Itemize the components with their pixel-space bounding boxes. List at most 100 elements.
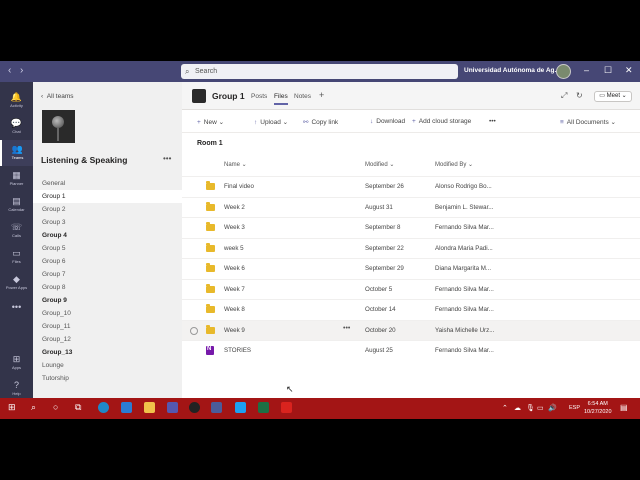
expand-icon[interactable]: ⤢: [561, 91, 567, 101]
channel-item[interactable]: Group 2: [33, 203, 182, 216]
language-indicator[interactable]: ESP: [569, 405, 580, 411]
tab-files[interactable]: Files: [274, 93, 288, 105]
teams-taskbar-icon[interactable]: [167, 402, 178, 413]
meet-button[interactable]: ▭ Meet ⌄: [594, 91, 632, 102]
notifications-icon[interactable]: ▤: [620, 403, 628, 412]
add-tab-icon[interactable]: +: [319, 90, 324, 100]
table-row[interactable]: Week 8 October 14 Fernando Silva Mar...: [182, 299, 640, 319]
clock[interactable]: 6:54 AM 10/27/2020: [584, 400, 612, 416]
rail-item-apps[interactable]: ⊞ Apps: [0, 350, 33, 376]
rail-item-power-apps[interactable]: ◆ Power Apps: [0, 270, 33, 296]
table-row[interactable]: Week 2 August 31 Benjamin L. Stewar...: [182, 196, 640, 217]
network-icon[interactable]: ▭: [537, 404, 544, 412]
channel-item[interactable]: Lounge: [33, 359, 182, 372]
column-name-label: Name: [224, 162, 241, 168]
table-row[interactable]: Week 3 September 8 Fernando Silva Mar...: [182, 217, 640, 237]
column-modified-by[interactable]: Modified By ⌄: [435, 161, 473, 168]
forward-icon[interactable]: ›: [20, 65, 23, 76]
help-icon: ?: [13, 380, 19, 390]
file-explorer-icon[interactable]: [144, 402, 155, 413]
obs-icon[interactable]: [189, 402, 200, 413]
organization-name[interactable]: Universidad Autónoma de Ag...: [464, 67, 560, 74]
rail-item-files[interactable]: ▭ Files: [0, 244, 33, 270]
channel-item[interactable]: Group 8: [33, 281, 182, 294]
add-cloud-storage-button[interactable]: + Add cloud storage: [412, 118, 471, 125]
back-icon[interactable]: ‹: [8, 65, 11, 76]
search-icon[interactable]: ⌕: [31, 402, 36, 413]
table-row[interactable]: Week 7 October 5 Fernando Silva Mar...: [182, 278, 640, 299]
channel-item[interactable]: Group 3: [33, 216, 182, 229]
edge-icon[interactable]: [98, 402, 109, 413]
cloud-icon[interactable]: ☁: [514, 404, 521, 412]
file-name[interactable]: Week 7: [224, 286, 245, 293]
column-modified[interactable]: Modified ⌄: [365, 161, 394, 168]
maximize-icon[interactable]: ☐: [604, 65, 612, 76]
twitter-icon[interactable]: [235, 402, 246, 413]
task-view-icon[interactable]: ⧉: [75, 402, 81, 413]
channel-item[interactable]: Group_10: [33, 307, 182, 320]
cortana-icon[interactable]: ○: [53, 402, 58, 412]
all-teams-label: All teams: [46, 93, 74, 100]
channel-item[interactable]: Group 4: [33, 229, 182, 242]
channel-item[interactable]: Group 6: [33, 255, 182, 268]
channel-item[interactable]: Tutorship: [33, 372, 182, 385]
rail-item-chat[interactable]: 💬 Chat: [0, 114, 33, 140]
row-more-icon[interactable]: •••: [343, 325, 350, 332]
table-row[interactable]: ••• Week 9 October 20 Yaisha Michelle Urz..…: [182, 319, 640, 340]
channel-item[interactable]: Group 9: [33, 294, 182, 307]
volume-icon[interactable]: 🔊: [548, 404, 557, 412]
channel-item[interactable]: Group 1: [33, 190, 182, 203]
channel-item[interactable]: General: [33, 177, 182, 190]
search-input[interactable]: ⌕ Search: [181, 64, 458, 79]
tab-notes[interactable]: Notes: [294, 93, 311, 100]
close-icon[interactable]: ✕: [625, 65, 633, 76]
new-button[interactable]: + New ⌄: [197, 118, 224, 126]
download-button[interactable]: ↓ Download: [370, 118, 405, 125]
upload-button[interactable]: ↑ Upload ⌄: [254, 118, 288, 126]
tray-chevron-icon[interactable]: ⌃: [502, 404, 508, 412]
file-name[interactable]: Week 8: [224, 306, 245, 313]
excel-icon[interactable]: [258, 402, 269, 413]
channel-item[interactable]: Group_13: [33, 346, 182, 359]
mail-icon[interactable]: [121, 402, 132, 413]
table-row[interactable]: Final video September 26 Alonso Rodrigo Bo…: [182, 176, 640, 196]
channel-item[interactable]: Group_12: [33, 333, 182, 346]
rail-item-planner[interactable]: ▦ Planner: [0, 166, 33, 192]
windows-start-icon[interactable]: ⊞: [8, 402, 16, 413]
table-row[interactable]: week 5 September 22 Alondra Maria Padi...: [182, 237, 640, 258]
file-name[interactable]: STORIES: [224, 347, 251, 354]
column-name[interactable]: Name ⌄: [224, 161, 247, 168]
rail-item-more[interactable]: •••: [0, 298, 33, 324]
copy-link-button[interactable]: ⚯ Copy link: [303, 118, 338, 126]
select-radio[interactable]: [190, 326, 198, 335]
file-name[interactable]: Final video: [224, 183, 254, 190]
breadcrumb[interactable]: Room 1: [197, 140, 223, 147]
refresh-icon[interactable]: ↻: [576, 91, 583, 100]
avatar[interactable]: [556, 64, 571, 79]
app-icon[interactable]: [211, 402, 222, 413]
file-name[interactable]: week 5: [224, 245, 244, 252]
channel-item[interactable]: Group_11: [33, 320, 182, 333]
rail-item-teams[interactable]: 👥 Teams: [0, 140, 33, 166]
rail-item-activity[interactable]: 🔔 Activity: [0, 88, 33, 114]
file-name[interactable]: Week 2: [224, 204, 245, 211]
toolbar-more-icon[interactable]: •••: [489, 118, 496, 125]
table-row[interactable]: STORIES August 25 Fernando Silva Mar...: [182, 340, 640, 360]
file-name[interactable]: Week 3: [224, 224, 245, 231]
minimize-icon[interactable]: –: [584, 65, 589, 75]
rail-item-calls[interactable]: ☏ Calls: [0, 218, 33, 244]
file-name[interactable]: Week 9: [224, 327, 245, 334]
channel-item[interactable]: Group 5: [33, 242, 182, 255]
rail-item-calendar[interactable]: ▤ Calendar: [0, 192, 33, 218]
table-row[interactable]: Week 6 September 29 Diana Margarita M...: [182, 258, 640, 278]
tab-posts[interactable]: Posts: [251, 93, 267, 100]
team-more-icon[interactable]: •••: [163, 154, 171, 163]
acrobat-icon[interactable]: [281, 402, 292, 413]
file-modified: September 26: [365, 183, 404, 190]
view-selector[interactable]: ≡ All Documents ⌄: [560, 118, 616, 126]
all-teams-link[interactable]: ‹ All teams: [41, 93, 74, 100]
file-name[interactable]: Week 6: [224, 265, 245, 272]
channel-item[interactable]: Group 7: [33, 268, 182, 281]
rail-label: Calendar: [8, 207, 25, 212]
microphone-icon[interactable]: 🎙: [526, 404, 535, 412]
